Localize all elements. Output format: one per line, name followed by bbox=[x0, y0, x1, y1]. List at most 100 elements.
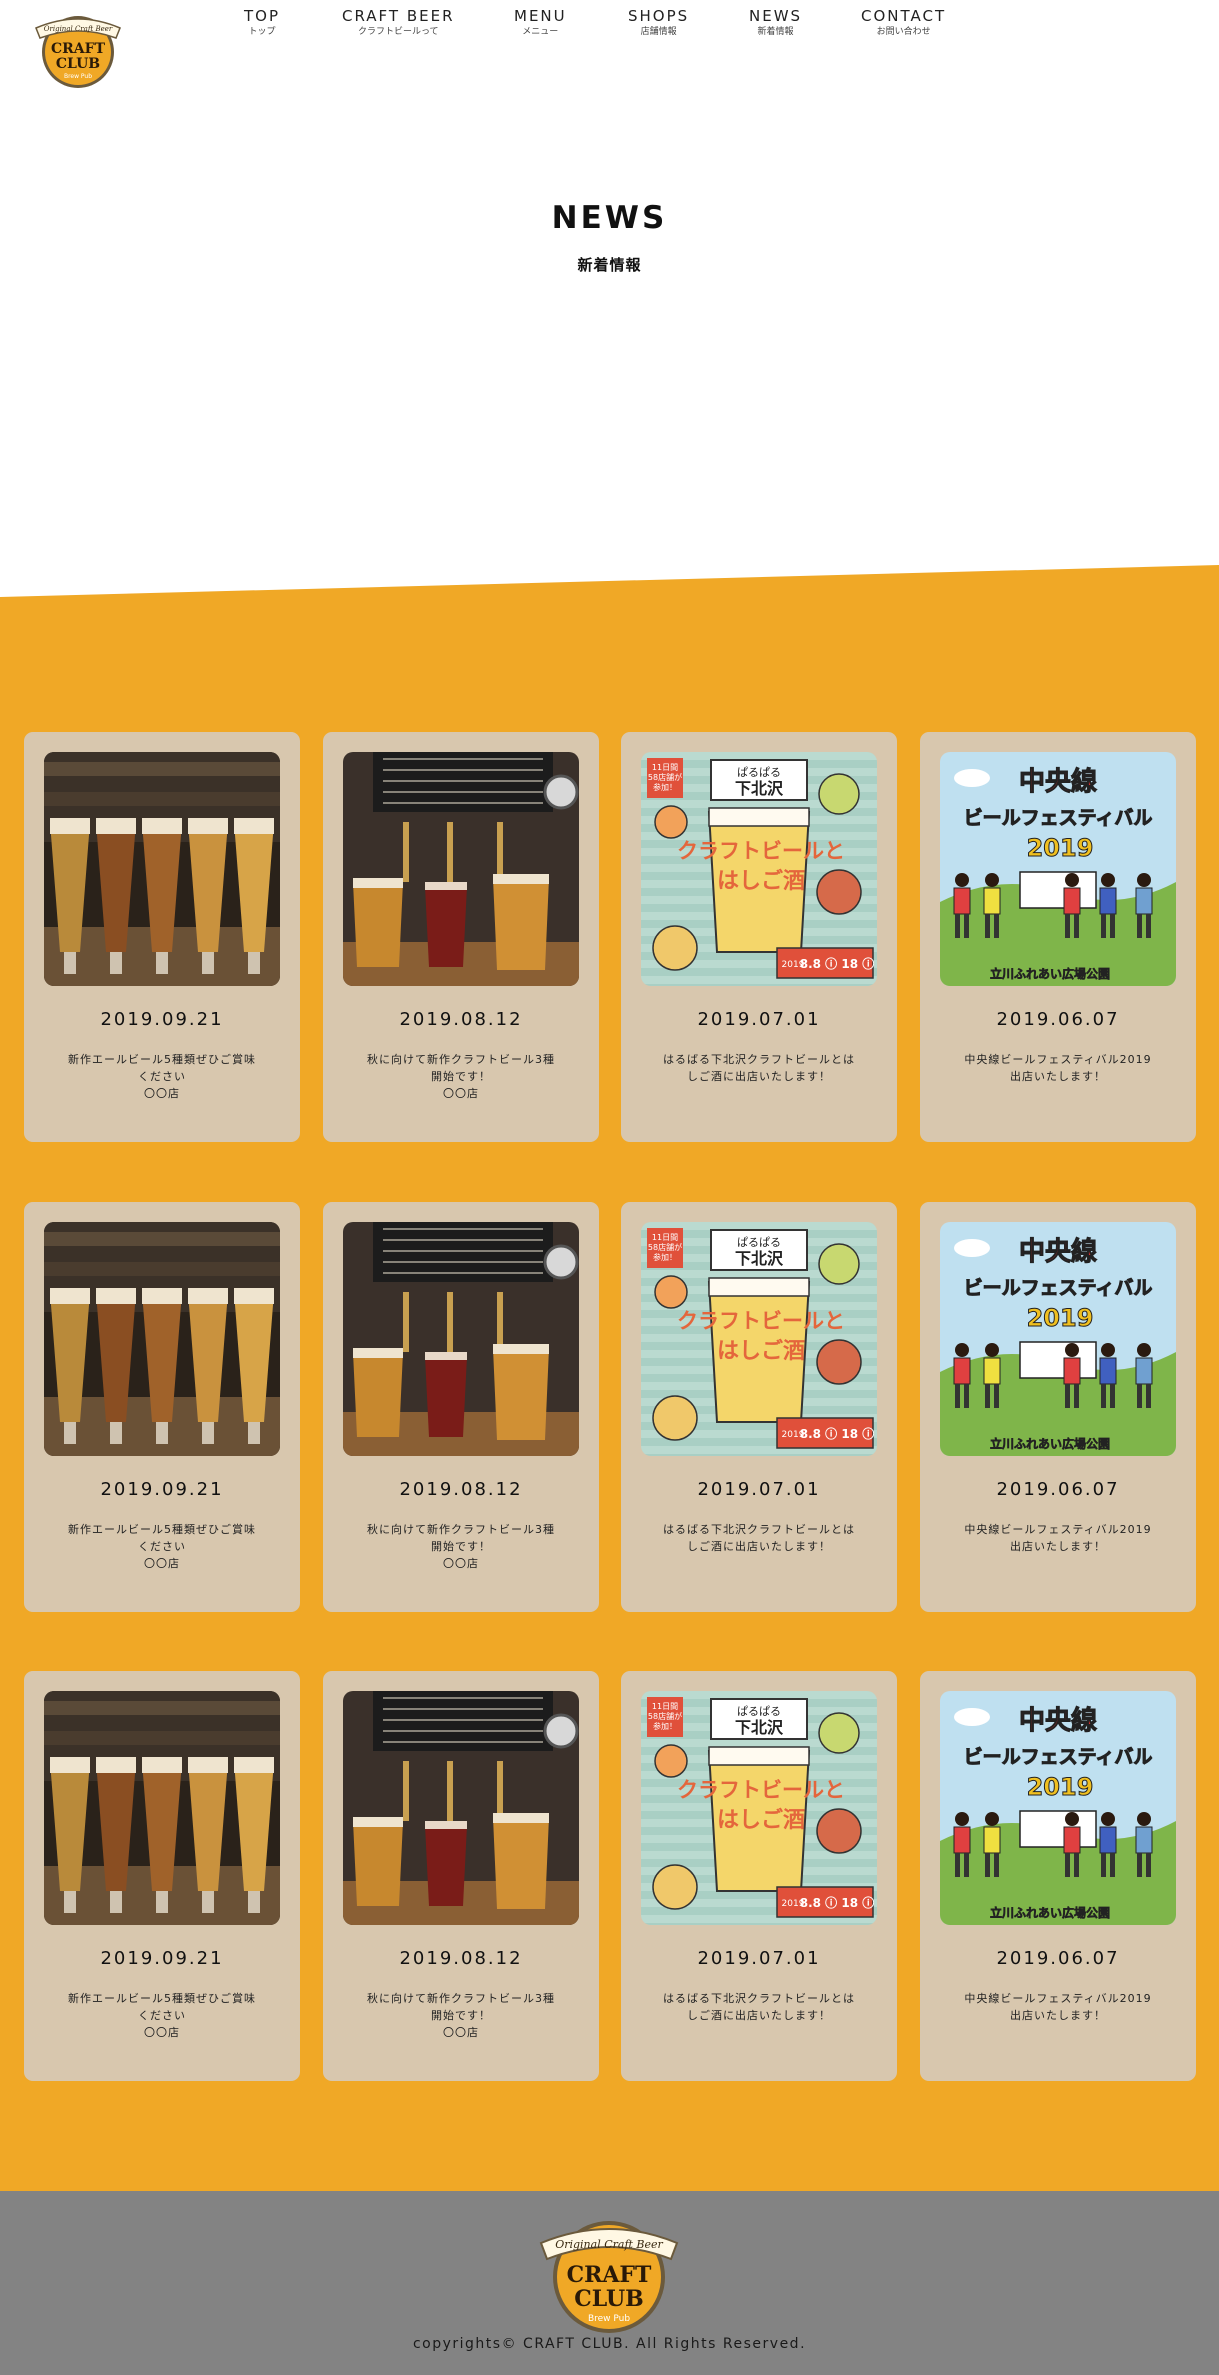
svg-text:ビールフェスティバル: ビールフェスティバル bbox=[964, 1277, 1153, 1299]
svg-text:8.8 ⓘ 18 ⓘ: 8.8 ⓘ 18 ⓘ bbox=[800, 1895, 875, 1910]
news-date: 2019.07.01 bbox=[697, 1948, 821, 1969]
beer-taps-photo[interactable] bbox=[343, 1691, 579, 1925]
nav-label-en: MENU bbox=[514, 7, 567, 25]
footer-craft-club-logo[interactable]: Original Craft Beer CRAFT CLUB Brew Pub bbox=[533, 2209, 685, 2333]
news-text[interactable]: 新作エールビール5種類ぜひご賞味 ください 〇〇店 bbox=[62, 1521, 262, 1572]
svg-text:2019: 2019 bbox=[1027, 834, 1094, 862]
svg-text:クラフトビールと: クラフトビールと bbox=[677, 839, 845, 863]
nav-label-en: TOP bbox=[244, 7, 281, 25]
svg-text:中央線: 中央線 bbox=[1019, 1705, 1097, 1736]
news-card[interactable]: 中央線ビールフェスティバル 2019 立川ふれあい広場公園 2019.06.07 中央線… bbox=[920, 732, 1196, 1142]
svg-text:11日間58店舗が参加！: 11日間 58店舗が参加！ bbox=[648, 1702, 682, 1731]
news-date: 2019.09.21 bbox=[100, 1479, 224, 1500]
beer-taps-photo[interactable] bbox=[343, 752, 579, 986]
news-card[interactable]: 2019.08.12 秋に向けて新作クラフトビール3種 開始です！ 〇〇店 bbox=[323, 1202, 599, 1612]
nav-item-top[interactable]: TOP トップ bbox=[244, 8, 280, 38]
news-text[interactable]: 秋に向けて新作クラフトビール3種 開始です！ 〇〇店 bbox=[361, 1990, 561, 2041]
news-date: 2019.07.01 bbox=[697, 1479, 821, 1500]
news-card[interactable]: 11日間 58店舗が参加！ ぱるぱる 下北沢 クラフトビールと はしご酒 2019 8.8 ⓘ… bbox=[621, 1671, 897, 2081]
news-date: 2019.08.12 bbox=[399, 1009, 523, 1030]
beer-glasses-row-photo[interactable] bbox=[44, 1222, 280, 1456]
page-subtitle: 新着情報 bbox=[577, 256, 642, 274]
svg-text:11日間58店舗が参加！: 11日間 58店舗が参加！ bbox=[648, 1233, 682, 1262]
svg-text:ビールフェスティバル: ビールフェスティバル bbox=[964, 807, 1153, 829]
news-text[interactable]: 中央線ビールフェスティバル2019 出店いたします！ bbox=[958, 1990, 1158, 2024]
news-card[interactable]: 2019.09.21 新作エールビール5種類ぜひご賞味 ください 〇〇店 bbox=[24, 732, 300, 1142]
news-text[interactable]: はるばる下北沢クラフトビールとは しご酒に出店いたします！ bbox=[659, 1051, 859, 1085]
news-date: 2019.07.01 bbox=[697, 1009, 821, 1030]
svg-text:ぱるぱる: ぱるぱる bbox=[737, 1236, 781, 1249]
svg-text:下北沢: 下北沢 bbox=[735, 1249, 784, 1268]
svg-text:立川ふれあい広場公園: 立川ふれあい広場公園 bbox=[990, 966, 1110, 981]
svg-text:8.8 ⓘ 18 ⓘ: 8.8 ⓘ 18 ⓘ bbox=[800, 956, 875, 971]
main-nav: TOP トップ CRAFT BEER クラフトビールって MENU メニュー S… bbox=[0, 0, 1219, 50]
svg-text:2019: 2019 bbox=[1027, 1304, 1094, 1332]
shimokitazawa-poster[interactable]: 11日間 58店舗が参加！ ぱるぱる 下北沢 クラフトビールと はしご酒 2019 8.8 ⓘ… bbox=[641, 752, 877, 986]
svg-text:下北沢: 下北沢 bbox=[735, 1718, 784, 1737]
nav-item-shops[interactable]: SHOPS 店舗情報 bbox=[628, 8, 689, 38]
svg-text:はしご酒: はしご酒 bbox=[717, 1807, 805, 1833]
news-card[interactable]: 中央線ビールフェスティバル 2019 立川ふれあい広場公園 2019.06.07 中央線… bbox=[920, 1671, 1196, 2081]
news-text[interactable]: 中央線ビールフェスティバル2019 出店いたします！ bbox=[958, 1521, 1158, 1555]
svg-text:立川ふれあい広場公園: 立川ふれあい広場公園 bbox=[990, 1436, 1110, 1451]
news-date: 2019.06.07 bbox=[996, 1009, 1120, 1030]
news-card[interactable]: 2019.09.21 新作エールビール5種類ぜひご賞味 ください 〇〇店 bbox=[24, 1202, 300, 1612]
news-text[interactable]: 秋に向けて新作クラフトビール3種 開始です！ 〇〇店 bbox=[361, 1521, 561, 1572]
news-card[interactable]: 中央線ビールフェスティバル 2019 立川ふれあい広場公園 2019.06.07 中央線… bbox=[920, 1202, 1196, 1612]
news-date: 2019.08.12 bbox=[399, 1948, 523, 1969]
news-text[interactable]: 新作エールビール5種類ぜひご賞味 ください 〇〇店 bbox=[62, 1051, 262, 1102]
svg-text:ぱるぱる: ぱるぱる bbox=[737, 1705, 781, 1718]
news-date: 2019.06.07 bbox=[996, 1479, 1120, 1500]
svg-text:ビールフェスティバル: ビールフェスティバル bbox=[964, 1746, 1153, 1768]
svg-text:CLUB: CLUB bbox=[574, 2286, 644, 2312]
nav-item-contact[interactable]: CONTACT お問い合わせ bbox=[861, 8, 946, 38]
nav-label-ja: メニュー bbox=[522, 27, 559, 37]
svg-text:CRAFT: CRAFT bbox=[567, 2262, 652, 2288]
nav-item-menu[interactable]: MENU メニュー bbox=[514, 8, 567, 38]
svg-text:中央線: 中央線 bbox=[1019, 1236, 1097, 1267]
svg-text:立川ふれあい広場公園: 立川ふれあい広場公園 bbox=[990, 1905, 1110, 1920]
nav-label-en: CONTACT bbox=[861, 7, 947, 25]
chuo-line-festival-poster[interactable]: 中央線ビールフェスティバル 2019 立川ふれあい広場公園 bbox=[940, 752, 1176, 986]
svg-text:8.8 ⓘ 18 ⓘ: 8.8 ⓘ 18 ⓘ bbox=[800, 1426, 875, 1441]
nav-label-ja: トップ bbox=[248, 27, 276, 37]
news-card[interactable]: 2019.09.21 新作エールビール5種類ぜひご賞味 ください 〇〇店 bbox=[24, 1671, 300, 2081]
svg-text:はしご酒: はしご酒 bbox=[717, 868, 805, 894]
nav-item-craft-beer[interactable]: CRAFT BEER クラフトビールって bbox=[342, 8, 455, 38]
news-text[interactable]: 秋に向けて新作クラフトビール3種 開始です！ 〇〇店 bbox=[361, 1051, 561, 1102]
beer-glasses-row-photo[interactable] bbox=[44, 1691, 280, 1925]
chuo-line-festival-poster[interactable]: 中央線ビールフェスティバル 2019 立川ふれあい広場公園 bbox=[940, 1222, 1176, 1456]
news-text[interactable]: 新作エールビール5種類ぜひご賞味 ください 〇〇店 bbox=[62, 1990, 262, 2041]
nav-label-en: SHOPS bbox=[628, 7, 690, 25]
beer-glasses-row-photo[interactable] bbox=[44, 752, 280, 986]
nav-label-ja: クラフトビールって bbox=[357, 27, 439, 37]
news-text[interactable]: はるばる下北沢クラフトビールとは しご酒に出店いたします！ bbox=[659, 1521, 859, 1555]
svg-text:クラフトビールと: クラフトビールと bbox=[677, 1309, 845, 1333]
svg-text:2019: 2019 bbox=[1027, 1773, 1094, 1801]
news-text[interactable]: はるばる下北沢クラフトビールとは しご酒に出店いたします！ bbox=[659, 1990, 859, 2024]
nav-label-ja: 店舗情報 bbox=[640, 27, 677, 37]
nav-label-ja: お問い合わせ bbox=[876, 27, 931, 37]
news-date: 2019.06.07 bbox=[996, 1948, 1120, 1969]
news-card[interactable]: 2019.08.12 秋に向けて新作クラフトビール3種 開始です！ 〇〇店 bbox=[323, 1671, 599, 2081]
news-card[interactable]: 2019.08.12 秋に向けて新作クラフトビール3種 開始です！ 〇〇店 bbox=[323, 732, 599, 1142]
svg-text:中央線: 中央線 bbox=[1019, 766, 1097, 797]
news-card[interactable]: 11日間 58店舗が参加！ ぱるぱる 下北沢 クラフトビールと はしご酒 2019 8.8 ⓘ… bbox=[621, 732, 897, 1142]
news-card[interactable]: 11日間 58店舗が参加！ ぱるぱる 下北沢 クラフトビールと はしご酒 2019 8.8 ⓘ… bbox=[621, 1202, 897, 1612]
nav-item-news[interactable]: NEWS 新着情報 bbox=[749, 8, 802, 38]
beer-taps-photo[interactable] bbox=[343, 1222, 579, 1456]
shimokitazawa-poster[interactable]: 11日間 58店舗が参加！ ぱるぱる 下北沢 クラフトビールと はしご酒 2019 8.8 ⓘ… bbox=[641, 1222, 877, 1456]
svg-text:下北沢: 下北沢 bbox=[735, 779, 784, 798]
news-text[interactable]: 中央線ビールフェスティバル2019 出店いたします！ bbox=[958, 1051, 1158, 1085]
footer: Original Craft Beer CRAFT CLUB Brew Pub … bbox=[0, 2191, 1219, 2375]
news-date: 2019.08.12 bbox=[399, 1479, 523, 1500]
chuo-line-festival-poster[interactable]: 中央線ビールフェスティバル 2019 立川ふれあい広場公園 bbox=[940, 1691, 1176, 1925]
nav-label-en: CRAFT BEER bbox=[342, 7, 455, 25]
nav-label-ja: 新着情報 bbox=[757, 27, 794, 37]
shimokitazawa-poster[interactable]: 11日間 58店舗が参加！ ぱるぱる 下北沢 クラフトビールと はしご酒 2019 8.8 ⓘ… bbox=[641, 1691, 877, 1925]
svg-text:Brew Pub: Brew Pub bbox=[588, 2314, 630, 2324]
nav-label-en: NEWS bbox=[749, 7, 803, 25]
svg-text:Brew Pub: Brew Pub bbox=[64, 73, 92, 80]
svg-text:CLUB: CLUB bbox=[56, 56, 100, 72]
news-date: 2019.09.21 bbox=[100, 1948, 224, 1969]
